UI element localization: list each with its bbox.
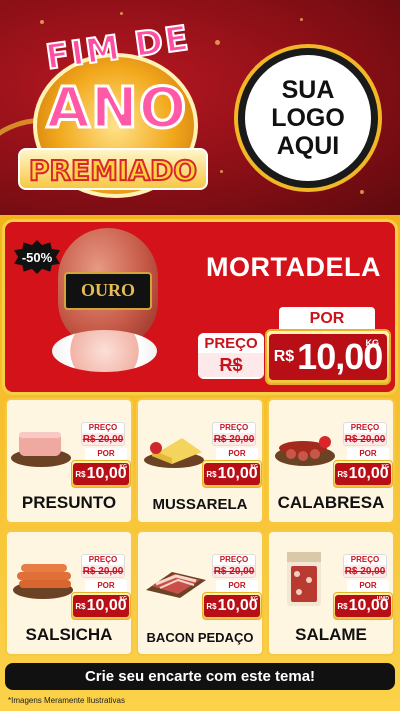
product-card[interactable]: PREÇO R$ 20,00 POR R$ 10,00 KG MUSSARELA bbox=[136, 398, 264, 524]
product-name: PRESUNTO bbox=[21, 493, 117, 512]
product-card[interactable]: PREÇO R$ 20,00 POR R$ 10,00 UNID SALAME bbox=[267, 530, 395, 656]
unit: KG bbox=[381, 464, 390, 470]
cta-button[interactable]: Crie seu encarte com este tema! bbox=[5, 663, 395, 690]
bacon-image bbox=[142, 550, 210, 606]
currency: R$ bbox=[206, 469, 217, 479]
title-line-ano: ANO bbox=[45, 75, 188, 143]
old-price: R$ 20,00 bbox=[344, 565, 386, 577]
featured-price-tag: R$ 10,00 KG bbox=[265, 329, 391, 385]
currency: R$ bbox=[75, 601, 86, 611]
logo-placeholder[interactable]: SUA LOGO AQUI bbox=[238, 48, 378, 188]
preco-label: PREÇO bbox=[219, 423, 249, 432]
currency: R$ bbox=[75, 469, 86, 479]
logo-text-line3: AQUI bbox=[276, 132, 340, 160]
old-price: R$ 20,00 bbox=[213, 433, 255, 445]
old-price-box: PREÇO R$ 20,00 bbox=[212, 422, 256, 446]
logo-text-line1: SUA bbox=[281, 76, 335, 104]
disclaimer-text: *Imagens Meramente Ilustrativas bbox=[8, 696, 125, 705]
preco-label: PREÇO bbox=[350, 423, 380, 432]
old-price: R$ 20,00 bbox=[213, 565, 255, 577]
old-price-box: PREÇO R$ 20,00 bbox=[81, 422, 125, 446]
preco-label: PREÇO bbox=[88, 555, 118, 564]
price-tag: R$ 10,00 KG bbox=[71, 592, 131, 620]
old-price: R$ 20,00 bbox=[82, 433, 124, 445]
featured-old-price: R$ 20,00 bbox=[198, 353, 264, 377]
price-tag: R$ 10,00 KG bbox=[333, 460, 393, 488]
product-name: BACON PEDAÇO bbox=[146, 630, 254, 645]
por-label: POR bbox=[85, 448, 127, 460]
currency: R$ bbox=[337, 601, 348, 611]
product-name: SALSICHA bbox=[25, 625, 113, 644]
por-label: POR bbox=[85, 580, 127, 592]
por-label: POR bbox=[216, 580, 258, 592]
salsicha-image bbox=[11, 550, 79, 606]
preco-label: PREÇO bbox=[350, 555, 380, 564]
featured-old-price-box: PREÇO R$ 20,00 bbox=[198, 333, 264, 379]
product-card[interactable]: PREÇO R$ 20,00 POR R$ 10,00 KG SALSICHA bbox=[5, 530, 133, 656]
price-tag: R$ 10,00 KG bbox=[202, 460, 262, 488]
old-price: R$ 20,00 bbox=[344, 433, 386, 445]
mortadela-brand-label: OURO bbox=[64, 272, 152, 310]
por-label: POR bbox=[216, 448, 258, 460]
mortadela-plate-image bbox=[52, 330, 157, 372]
presunto-image bbox=[11, 418, 79, 474]
currency: R$ bbox=[337, 469, 348, 479]
unit: KG bbox=[250, 464, 259, 470]
product-card[interactable]: PREÇO R$ 20,00 POR R$ 10,00 KG CALABRESA bbox=[267, 398, 395, 524]
header-banner: FIM DE ANO PREMIADO SUA LOGO AQUI bbox=[0, 0, 400, 228]
logo-text-line2: LOGO bbox=[271, 104, 345, 132]
old-price-box: PREÇO R$ 20,00 bbox=[343, 554, 387, 578]
unit: KG bbox=[119, 464, 128, 470]
featured-por-label: POR bbox=[279, 307, 375, 331]
product-card[interactable]: PREÇO R$ 20,00 POR R$ 10,00 KG PRESUNTO bbox=[5, 398, 133, 524]
product-name: MUSSARELA bbox=[152, 496, 248, 513]
old-price-box: PREÇO R$ 20,00 bbox=[81, 554, 125, 578]
product-card[interactable]: PREÇO R$ 20,00 POR R$ 10,00 KG BACON PEDAÇO bbox=[136, 530, 264, 656]
featured-currency: R$ bbox=[273, 348, 295, 365]
old-price: R$ 20,00 bbox=[82, 565, 124, 577]
calabresa-image bbox=[273, 418, 341, 474]
mussarela-image bbox=[142, 418, 210, 474]
price-tag: R$ 10,00 KG bbox=[202, 592, 262, 620]
flyer: FIM DE ANO PREMIADO SUA LOGO AQUI OURO -… bbox=[0, 0, 400, 711]
por-label: POR bbox=[347, 448, 389, 460]
preco-label: PREÇO bbox=[219, 555, 249, 564]
featured-preco-label: PREÇO bbox=[198, 333, 264, 353]
unit: UNID bbox=[376, 596, 389, 602]
product-name: CALABRESA bbox=[277, 493, 385, 512]
featured-unit: KG bbox=[365, 338, 380, 348]
featured-product-name: MORTADELA bbox=[206, 252, 381, 282]
price-tag: R$ 10,00 KG bbox=[71, 460, 131, 488]
old-price-box: PREÇO R$ 20,00 bbox=[212, 554, 256, 578]
unit: KG bbox=[119, 596, 128, 602]
product-name: SALAME bbox=[295, 625, 367, 644]
title-line-premiado: PREMIADO bbox=[18, 148, 208, 190]
title-badge: FIM DE ANO PREMIADO bbox=[18, 17, 213, 198]
preco-label: PREÇO bbox=[88, 423, 118, 432]
currency: R$ bbox=[206, 601, 217, 611]
unit: KG bbox=[250, 596, 259, 602]
salame-image bbox=[273, 550, 341, 606]
por-label: POR bbox=[347, 580, 389, 592]
price-tag: R$ 10,00 UNID bbox=[333, 592, 393, 620]
old-price-box: PREÇO R$ 20,00 bbox=[343, 422, 387, 446]
